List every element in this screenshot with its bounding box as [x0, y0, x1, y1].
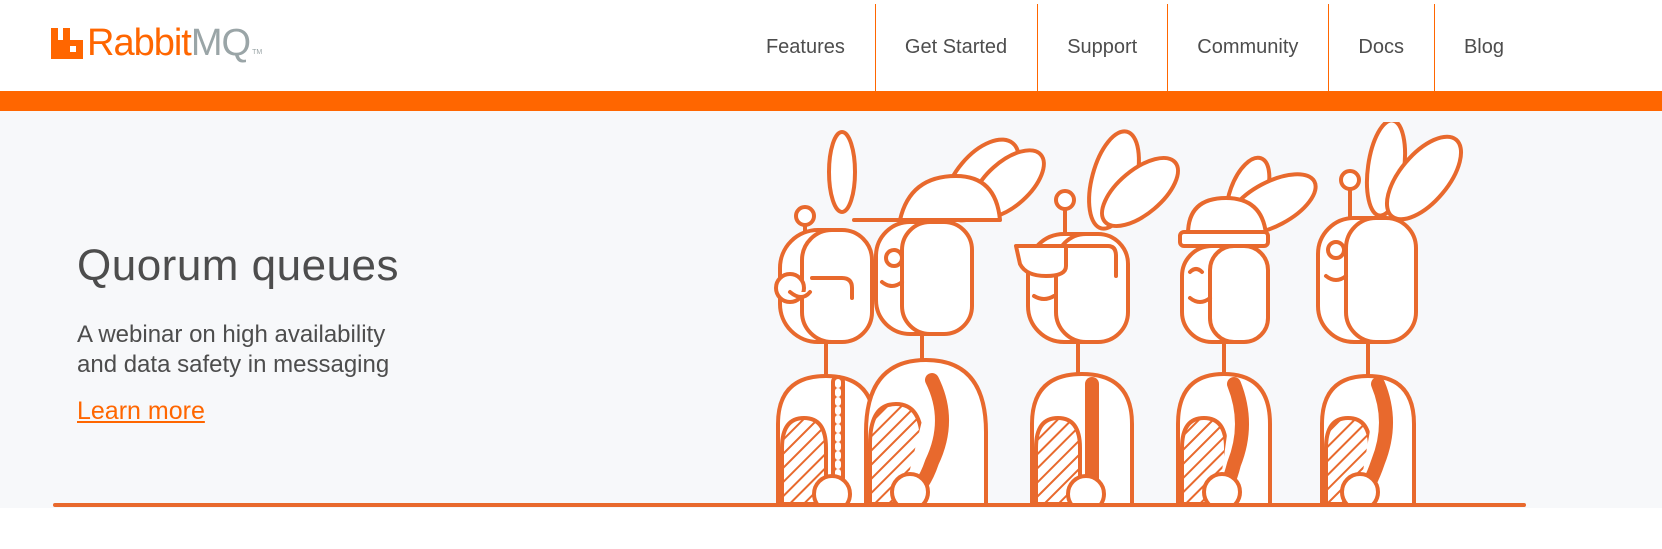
- top-bar: Rabbit MQ TM Features Get Started Suppor…: [0, 0, 1662, 91]
- learn-more-link[interactable]: Learn more: [77, 397, 205, 426]
- robot-rabbit-5-icon: [1316, 122, 1464, 504]
- logo-text-mq: MQ: [190, 22, 251, 64]
- nav-support[interactable]: Support: [1037, 4, 1167, 91]
- logo-trademark: TM: [252, 49, 263, 56]
- hero-subtitle-line1: A webinar on high availability: [77, 321, 386, 348]
- hero-subtitle: A webinar on high availability and data …: [77, 320, 457, 380]
- main-nav: Features Get Started Support Community D…: [737, 4, 1534, 91]
- nav-docs[interactable]: Docs: [1328, 4, 1434, 91]
- logo-text-rabbit: Rabbit: [87, 22, 192, 64]
- robot-rabbit-1-icon: [774, 130, 876, 504]
- nav-features[interactable]: Features: [737, 4, 875, 91]
- rabbitmq-logo[interactable]: Rabbit MQ TM: [50, 22, 262, 64]
- robot-rabbits-illustration: [774, 122, 1464, 504]
- hero-title: Quorum queues: [77, 241, 400, 290]
- header-accent-band: [0, 91, 1662, 111]
- hero-subtitle-line2: and data safety in messaging: [77, 351, 390, 378]
- hero-baseline-rule: [53, 503, 1526, 507]
- robot-rabbit-3-icon: [1014, 129, 1180, 504]
- robot-rabbit-2-icon: [852, 137, 1046, 504]
- nav-community[interactable]: Community: [1167, 4, 1328, 91]
- nav-get-started[interactable]: Get Started: [874, 4, 1037, 91]
- nav-blog[interactable]: Blog: [1433, 4, 1534, 91]
- robot-rabbit-4-icon: [1176, 155, 1318, 504]
- rabbitmq-logo-icon: [51, 28, 83, 59]
